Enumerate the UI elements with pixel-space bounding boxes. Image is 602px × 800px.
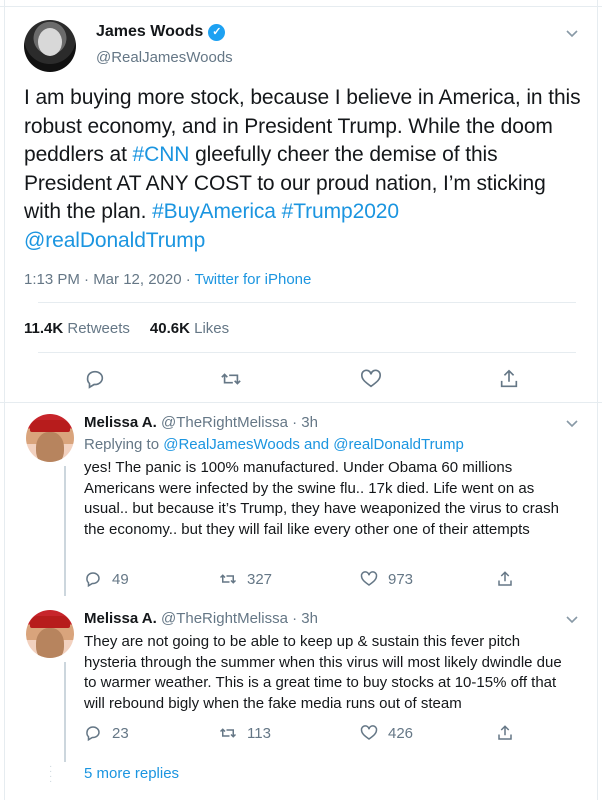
divider bbox=[38, 302, 576, 303]
reply-handle-time[interactable]: @TheRightMelissa · 3h bbox=[161, 414, 318, 431]
author-handle[interactable]: @RealJamesWoods bbox=[96, 49, 233, 66]
chevron-down-icon[interactable] bbox=[565, 26, 579, 43]
retweet-button[interactable]: 327 bbox=[219, 570, 272, 588]
reply-button[interactable]: 23 bbox=[84, 724, 129, 742]
avatar[interactable] bbox=[26, 414, 74, 462]
tweet-text: I am buying more stock, because I believ… bbox=[24, 84, 584, 255]
divider bbox=[38, 352, 576, 353]
top-border bbox=[0, 0, 602, 7]
like-icon bbox=[360, 571, 378, 586]
tweet-timestamp[interactable]: 1:13 PM · Mar 12, 2020 · bbox=[24, 271, 195, 288]
reply-tweet[interactable]: Melissa A. @TheRightMelissa · 3h They ar… bbox=[14, 610, 590, 762]
reply-button[interactable]: 49 bbox=[84, 570, 129, 588]
retweets-count: 11.4K bbox=[24, 320, 64, 337]
verified-icon: ✓ bbox=[208, 23, 226, 41]
like-icon bbox=[360, 725, 378, 740]
reply-icon[interactable] bbox=[84, 368, 106, 390]
reply-header: Melissa A. @TheRightMelissa · 3h bbox=[84, 610, 318, 627]
reply-header: Melissa A. @TheRightMelissa · 3h bbox=[84, 414, 318, 431]
share-icon bbox=[498, 571, 512, 586]
reply-icon bbox=[86, 572, 100, 588]
retweet-icon[interactable] bbox=[220, 368, 242, 390]
reply-tweet[interactable]: Melissa A. @TheRightMelissa · 3h Replyin… bbox=[14, 414, 590, 596]
hashtag-buyamerica[interactable]: #BuyAmerica bbox=[152, 200, 276, 223]
retweet-button[interactable]: 113 bbox=[219, 724, 271, 742]
divider bbox=[0, 402, 602, 403]
reply-count: 49 bbox=[112, 570, 129, 588]
hashtag-trump2020[interactable]: #Trump2020 bbox=[282, 200, 399, 223]
author-name[interactable]: James Woods bbox=[96, 23, 203, 41]
retweet-count: 327 bbox=[247, 570, 273, 588]
tweet-meta: 1:13 PM · Mar 12, 2020 · Twitter for iPh… bbox=[24, 271, 311, 288]
thread-dots: · · · · bbox=[49, 761, 53, 787]
avatar[interactable] bbox=[26, 610, 74, 658]
more-replies-link[interactable]: 5 more replies bbox=[84, 765, 179, 782]
tweet-source[interactable]: Twitter for iPhone bbox=[195, 271, 312, 288]
tweet-stats: 11.4K Retweets 40.6K Likes bbox=[24, 320, 229, 337]
share-icon bbox=[498, 725, 512, 740]
share-button[interactable] bbox=[496, 724, 514, 742]
reply-author-name[interactable]: Melissa A. bbox=[84, 610, 157, 627]
likes-label: Likes bbox=[194, 320, 230, 337]
reply-text: They are not going to be able to keep up… bbox=[84, 633, 562, 712]
chevron-down-icon[interactable] bbox=[565, 612, 579, 629]
like-icon[interactable] bbox=[360, 368, 382, 390]
share-icon[interactable] bbox=[498, 368, 520, 390]
retweet-icon bbox=[219, 574, 237, 584]
retweets-stat[interactable]: 11.4K Retweets bbox=[24, 320, 130, 337]
retweet-icon bbox=[219, 728, 237, 738]
author-name-row[interactable]: James Woods ✓ bbox=[96, 23, 226, 41]
reply-handle-time[interactable]: @TheRightMelissa · 3h bbox=[161, 610, 318, 627]
thread-line bbox=[64, 662, 66, 762]
likes-stat[interactable]: 40.6K Likes bbox=[150, 320, 229, 337]
likes-count: 40.6K bbox=[149, 320, 190, 337]
mention-realdonaldtrump[interactable]: @realDonaldTrump bbox=[24, 229, 205, 252]
replying-to-mentions[interactable]: @RealJamesWoods and @realDonaldTrump bbox=[163, 436, 464, 453]
reply-text: yes! The panic is 100% manufactured. Und… bbox=[84, 459, 559, 538]
like-button[interactable]: 973 bbox=[360, 570, 413, 588]
like-count: 426 bbox=[388, 724, 414, 742]
retweet-count: 113 bbox=[247, 724, 271, 742]
right-border bbox=[597, 0, 598, 800]
reply-count: 23 bbox=[112, 724, 129, 742]
left-border bbox=[4, 0, 5, 800]
reply-author-name[interactable]: Melissa A. bbox=[84, 414, 157, 431]
like-button[interactable]: 426 bbox=[360, 724, 413, 742]
reply-icon bbox=[86, 726, 100, 742]
retweets-label: Retweets bbox=[67, 320, 130, 337]
replying-prefix: Replying to bbox=[84, 436, 164, 453]
avatar[interactable] bbox=[24, 20, 76, 72]
replying-to: Replying to @RealJamesWoods and @realDon… bbox=[84, 436, 464, 453]
like-count: 973 bbox=[388, 570, 414, 588]
chevron-down-icon[interactable] bbox=[565, 416, 579, 433]
hashtag-cnn[interactable]: #CNN bbox=[133, 143, 190, 166]
share-button[interactable] bbox=[496, 570, 514, 588]
thread-line bbox=[64, 466, 66, 596]
